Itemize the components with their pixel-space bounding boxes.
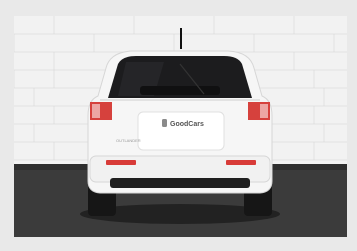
plate-recess <box>137 111 225 151</box>
right-reflector <box>226 160 256 165</box>
car-photo: GoodCars OUTLANDER <box>14 16 347 237</box>
left-reflector <box>106 160 136 165</box>
photo-frame: GoodCars OUTLANDER <box>14 16 347 237</box>
model-badge: OUTLANDER <box>116 138 141 143</box>
dealer-badge: GoodCars <box>170 121 204 128</box>
